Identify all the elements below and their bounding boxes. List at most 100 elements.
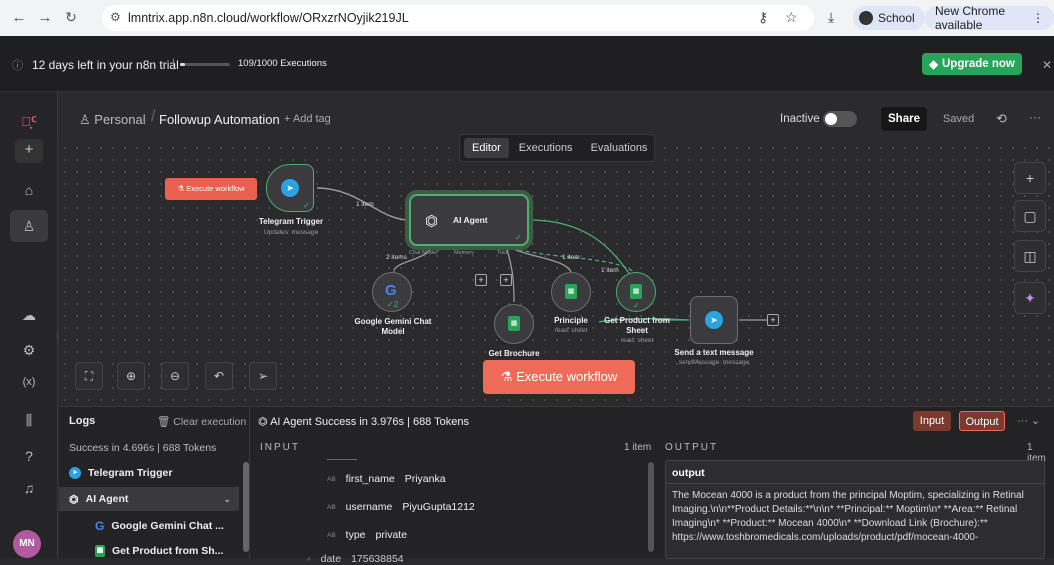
download-icon[interactable]: ⤓: [828, 9, 834, 26]
port-chat-model-label: Chat Model*: [409, 250, 440, 256]
clear-execution-button[interactable]: 🗑 Clear execution: [157, 415, 246, 428]
output-section-label: OUTPUT: [665, 442, 719, 453]
field-key: first_name: [345, 473, 395, 485]
edge-agent-product: [528, 219, 637, 283]
user-icon[interactable]: ♙: [0, 218, 58, 235]
share-button[interactable]: Share: [881, 107, 927, 131]
info-icon: ⓘ: [12, 60, 23, 72]
n8n-logo-icon[interactable]: ꝏ͙ᑦ: [0, 114, 58, 130]
executions-progress: [180, 63, 230, 66]
active-toggle[interactable]: [823, 111, 857, 127]
notifications-icon[interactable]: ♫: [0, 480, 58, 496]
back-icon[interactable]: ←: [10, 9, 28, 26]
log-item-gemini[interactable]: G Google Gemini Chat ...: [59, 514, 239, 538]
node-get-product[interactable]: ▦ ✓: [616, 272, 656, 312]
add-node-icon[interactable]: +: [767, 314, 779, 326]
saved-status: Saved: [943, 113, 975, 125]
field-key: type: [345, 529, 366, 541]
log-item-label: AI Agent: [85, 493, 129, 505]
tab-evaluations[interactable]: Evaluations: [583, 138, 656, 158]
panel-toggle-icon[interactable]: ◫: [1014, 240, 1046, 272]
add-tag-link[interactable]: + Add tag: [284, 113, 331, 125]
upgrade-button[interactable]: ◆ Upgrade now: [922, 53, 1022, 75]
node-get-brochure[interactable]: ▦: [494, 304, 534, 344]
home-icon[interactable]: ⌂: [0, 182, 58, 198]
tidy-up-icon[interactable]: ➢: [249, 362, 277, 390]
undo-icon[interactable]: ↶: [205, 362, 233, 390]
divider: |: [172, 56, 176, 70]
close-icon[interactable]: ✕: [1042, 58, 1052, 72]
execute-workflow-button[interactable]: ⚗ Execute workflow: [483, 360, 635, 394]
output-toggle-button[interactable]: Output: [959, 411, 1005, 431]
edge-brochure: [505, 243, 515, 303]
log-item-get-product[interactable]: ▦ Get Product from Sh...: [59, 539, 239, 563]
logs-scrollbar[interactable]: [243, 462, 249, 552]
address-bar[interactable]: ⚙ lmntrix.app.n8n.cloud/workflow/ORxzrNO…: [102, 5, 814, 31]
breadcrumb-personal[interactable]: ♙ Personal: [79, 112, 146, 128]
node-ai-agent[interactable]: ⏣ AI Agent ✓: [409, 194, 529, 246]
sheets-icon: ▦: [630, 284, 642, 299]
templates-icon[interactable]: ⚙: [0, 342, 58, 359]
log-item-label: Telegram Trigger: [88, 467, 173, 479]
log-item-ai-agent[interactable]: ⏣ AI Agent ⌄: [59, 487, 239, 511]
input-section-label: INPUT: [260, 442, 300, 453]
zoom-out-icon[interactable]: ⊖: [161, 362, 189, 390]
bookmark-star-icon[interactable]: ☆: [785, 9, 798, 26]
profile-chip[interactable]: School: [853, 6, 925, 30]
add-memory-icon[interactable]: +: [475, 274, 487, 286]
robot-icon: ⏣: [425, 213, 439, 230]
node-principle[interactable]: ▦: [551, 272, 591, 312]
input-scrollbar[interactable]: [648, 462, 654, 552]
site-info-icon[interactable]: ⚙: [110, 10, 121, 24]
url-text[interactable]: lmntrix.app.n8n.cloud/workflow/ORxzrNOyj…: [128, 11, 409, 25]
project-label: Personal: [94, 112, 146, 127]
add-node-button[interactable]: +: [1014, 162, 1046, 194]
sticky-note-icon[interactable]: ▢: [1014, 200, 1046, 232]
node-telegram-trigger[interactable]: ➤ ✓: [266, 164, 314, 212]
tab-editor[interactable]: Editor: [464, 138, 509, 158]
node-send-message[interactable]: ➤: [690, 296, 738, 344]
node-label: Send a text message: [674, 348, 754, 357]
ai-assistant-icon[interactable]: ✦: [1014, 282, 1046, 314]
cloud-icon[interactable]: ☁: [0, 307, 58, 324]
breadcrumb-separator: /: [151, 108, 156, 125]
node-google-gemini[interactable]: G ✓2: [372, 272, 412, 312]
edge-label: 1 item: [601, 267, 619, 274]
input-toggle-button[interactable]: Input: [913, 411, 951, 431]
help-icon[interactable]: ?: [0, 448, 58, 464]
tab-executions[interactable]: Executions: [511, 138, 581, 158]
profile-label: School: [878, 11, 915, 25]
success-check-icon: ✓: [515, 233, 522, 242]
update-label: New Chrome available: [935, 4, 1006, 32]
success-check-icon: ✓: [633, 301, 640, 310]
avatar[interactable]: MN: [13, 530, 41, 558]
reload-icon[interactable]: ↻: [62, 9, 80, 26]
port-memory-label: Memory: [454, 250, 474, 256]
logs-title: Logs: [69, 415, 96, 427]
fit-view-icon[interactable]: ⛶: [75, 362, 103, 390]
port-tool-label: Tool: [497, 250, 508, 256]
workflow-name[interactable]: Followup Automation: [159, 112, 280, 127]
workflow-canvas[interactable]: Editor Executions Evaluations ⚗ Execute …: [59, 134, 1054, 406]
forward-icon[interactable]: →: [36, 9, 54, 26]
sheets-icon: ▦: [565, 284, 577, 299]
run-header-label: AI Agent Success in 3.976s | 688 Tokens: [270, 416, 470, 428]
update-chrome-button[interactable]: New Chrome available ⋮: [925, 4, 1054, 32]
edge-label: 1 item: [562, 254, 580, 261]
chevron-down-icon[interactable]: ⌄: [223, 494, 231, 505]
create-icon[interactable]: +: [15, 139, 43, 163]
insights-icon[interactable]: ⫼: [0, 412, 58, 429]
sheets-icon: ▦: [508, 316, 520, 331]
add-tool-icon[interactable]: +: [500, 274, 512, 286]
execute-workflow-small-button[interactable]: ⚗ Execute workflow: [165, 178, 257, 200]
log-item-telegram[interactable]: ➤ Telegram Trigger: [59, 461, 239, 485]
history-icon[interactable]: ⟲: [996, 111, 1007, 127]
executions-progress-fill: [180, 63, 186, 66]
variables-icon[interactable]: (x): [0, 376, 58, 388]
password-key-icon[interactable]: ⚷: [758, 9, 768, 26]
zoom-in-icon[interactable]: ⊕: [117, 362, 145, 390]
left-sidebar: ꝏ͙ᑦ + ⌂ ♙ ☁ ⚙ (x) ⫼ ? ♫ ›: [0, 92, 68, 558]
log-item-label: Google Gemini Chat ...: [111, 520, 224, 532]
more-options-icon[interactable]: ··· ⌄: [1017, 414, 1040, 427]
more-options-icon[interactable]: ···: [1029, 110, 1041, 124]
